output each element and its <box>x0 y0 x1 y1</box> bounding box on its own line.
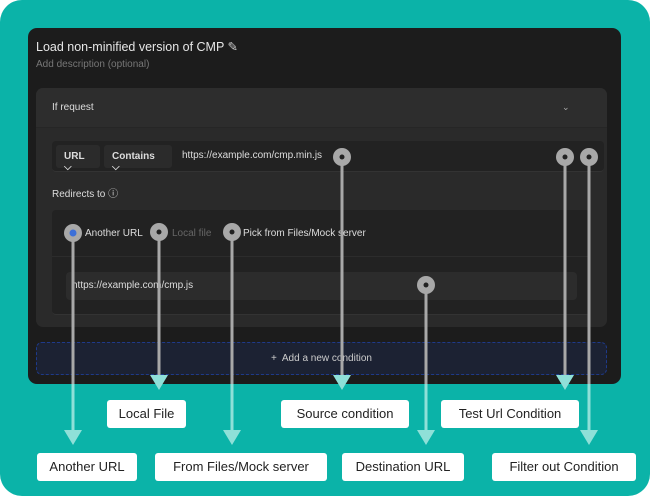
marker-dot <box>339 154 345 160</box>
callout-files-mock: From Files/Mock server <box>155 453 327 481</box>
marker-dot <box>156 229 162 235</box>
callout-another-url: Another URL <box>37 453 137 481</box>
callout-filter-out: Filter out Condition <box>492 453 636 481</box>
arrow-head <box>556 375 574 390</box>
arrow-head <box>64 430 82 445</box>
marker-dot <box>423 282 429 288</box>
callout-destination-url: Destination URL <box>342 453 464 481</box>
marker-dot <box>69 229 77 237</box>
arrow-head <box>580 430 598 445</box>
callout-source-condition: Source condition <box>281 400 409 428</box>
arrow-head <box>150 375 168 390</box>
marker-dot <box>562 154 568 160</box>
arrow-head <box>417 430 435 445</box>
marker-dot <box>586 154 592 160</box>
arrow-head <box>333 375 351 390</box>
callout-local-file: Local File <box>107 400 186 428</box>
marker-dot <box>229 229 235 235</box>
arrow-head <box>223 430 241 445</box>
callout-test-url: Test Url Condition <box>441 400 579 428</box>
